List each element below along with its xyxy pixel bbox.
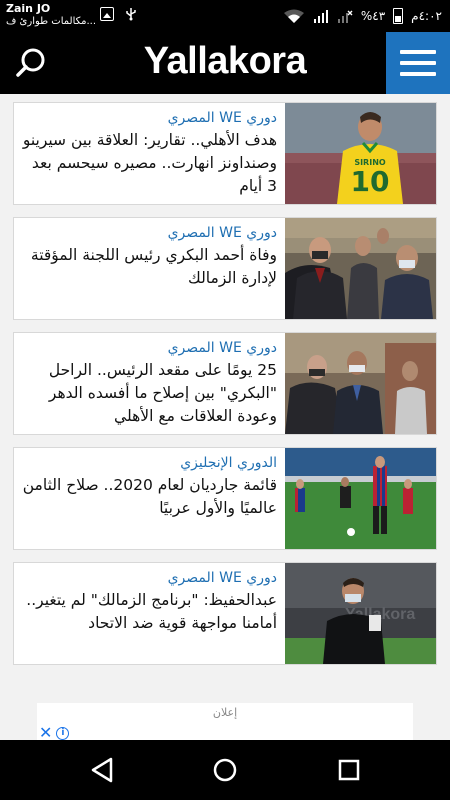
svg-text:SIRINO: SIRINO [354,158,386,167]
ad-info-icon[interactable]: i [56,726,70,740]
yallakora-logo[interactable]: Yallakora [0,40,450,83]
image-notification-icon [100,7,114,21]
news-title[interactable]: عبدالحفيظ: "برنامج الزمالك" لم يتغير.. أ… [22,589,277,635]
menu-button[interactable] [386,32,450,94]
notification-icons [100,7,138,21]
home-button[interactable] [209,754,241,786]
ad-close-icon[interactable]: ✕ [39,725,52,741]
battery-percent: %٤٣ [360,9,386,23]
news-title[interactable]: قائمة جارديان لعام 2020.. صلاح الثامن عا… [22,474,277,520]
news-text: دوري WE المصري 25 يومًا على مقعد الرئيس.… [14,333,285,434]
system-nav-bar [0,740,450,800]
menu-icon-bar-1 [400,50,436,54]
carrier-name: Zain JO [6,2,51,15]
clock: ٤:٠٢م [411,9,442,23]
news-text: الدوري الإنجليزي قائمة جارديان لعام 2020… [14,448,285,549]
news-title[interactable]: هدف الأهلي.. تقارير: العلاقة بين سيرينو … [22,129,277,198]
news-category[interactable]: دوري WE المصري [22,224,277,242]
news-category[interactable]: دوري WE المصري [22,109,277,127]
emergency-calls-text: مكالمات طوارئ ف... [6,16,97,27]
svg-text:10: 10 [351,165,390,198]
news-card[interactable]: 10 SIRINO دوري WE المصري هدف الأهلي.. تق… [13,102,437,205]
news-category[interactable]: الدوري الإنجليزي [22,454,277,472]
news-card[interactable]: الدوري الإنجليزي قائمة جارديان لعام 2020… [13,447,437,550]
news-title[interactable]: 25 يومًا على مقعد الرئيس.. الراحل "البكر… [22,359,277,428]
news-card[interactable]: دوري WE المصري وفاة أحمد البكري رئيس الل… [13,217,437,320]
news-card[interactable]: Yallakora دوري WE المصري عبدالحفيظ: "برن… [13,562,437,665]
menu-icon-bar-3 [400,72,436,76]
news-text: دوري WE المصري عبدالحفيظ: "برنامج الزمال… [14,563,285,664]
carrier-info: Zain JO مكالمات طوارئ ف... [6,2,96,28]
recents-button[interactable] [333,754,365,786]
home-icon [213,758,237,782]
menu-icon-bar-2 [400,61,436,65]
battery-icon [393,8,404,24]
back-button[interactable] [87,754,119,786]
signal-icon [313,9,329,23]
news-title[interactable]: وفاة أحمد البكري رئيس اللجنة المؤقتة لإد… [22,244,277,290]
app-header: Yallakora [0,32,450,94]
status-bar: Zain JO مكالمات طوارئ ف... %٤٣ ٤:٠٢م [0,0,450,32]
news-thumbnail[interactable] [285,448,436,549]
news-category[interactable]: دوري WE المصري [22,339,277,357]
news-thumbnail[interactable] [285,218,436,319]
news-thumbnail[interactable] [285,333,436,434]
news-card[interactable]: دوري WE المصري 25 يومًا على مقعد الرئيس.… [13,332,437,435]
news-thumbnail[interactable]: 10 SIRINO [285,103,436,204]
news-text: دوري WE المصري وفاة أحمد البكري رئيس الل… [14,218,285,319]
ad-controls: ✕ i [39,725,70,741]
news-text: دوري WE المصري هدف الأهلي.. تقارير: العل… [14,103,285,204]
wifi-icon [283,9,305,23]
ad-banner[interactable]: إعلان ✕ i [37,703,413,741]
news-thumbnail[interactable]: Yallakora [285,563,436,664]
signal-no-service-icon [337,9,353,23]
news-category[interactable]: دوري WE المصري [22,569,277,587]
recents-icon [338,759,360,781]
status-right: %٤٣ ٤:٠٢م [283,8,442,24]
usb-icon [124,7,138,21]
back-icon [91,757,113,783]
ad-label: إعلان [212,706,238,719]
